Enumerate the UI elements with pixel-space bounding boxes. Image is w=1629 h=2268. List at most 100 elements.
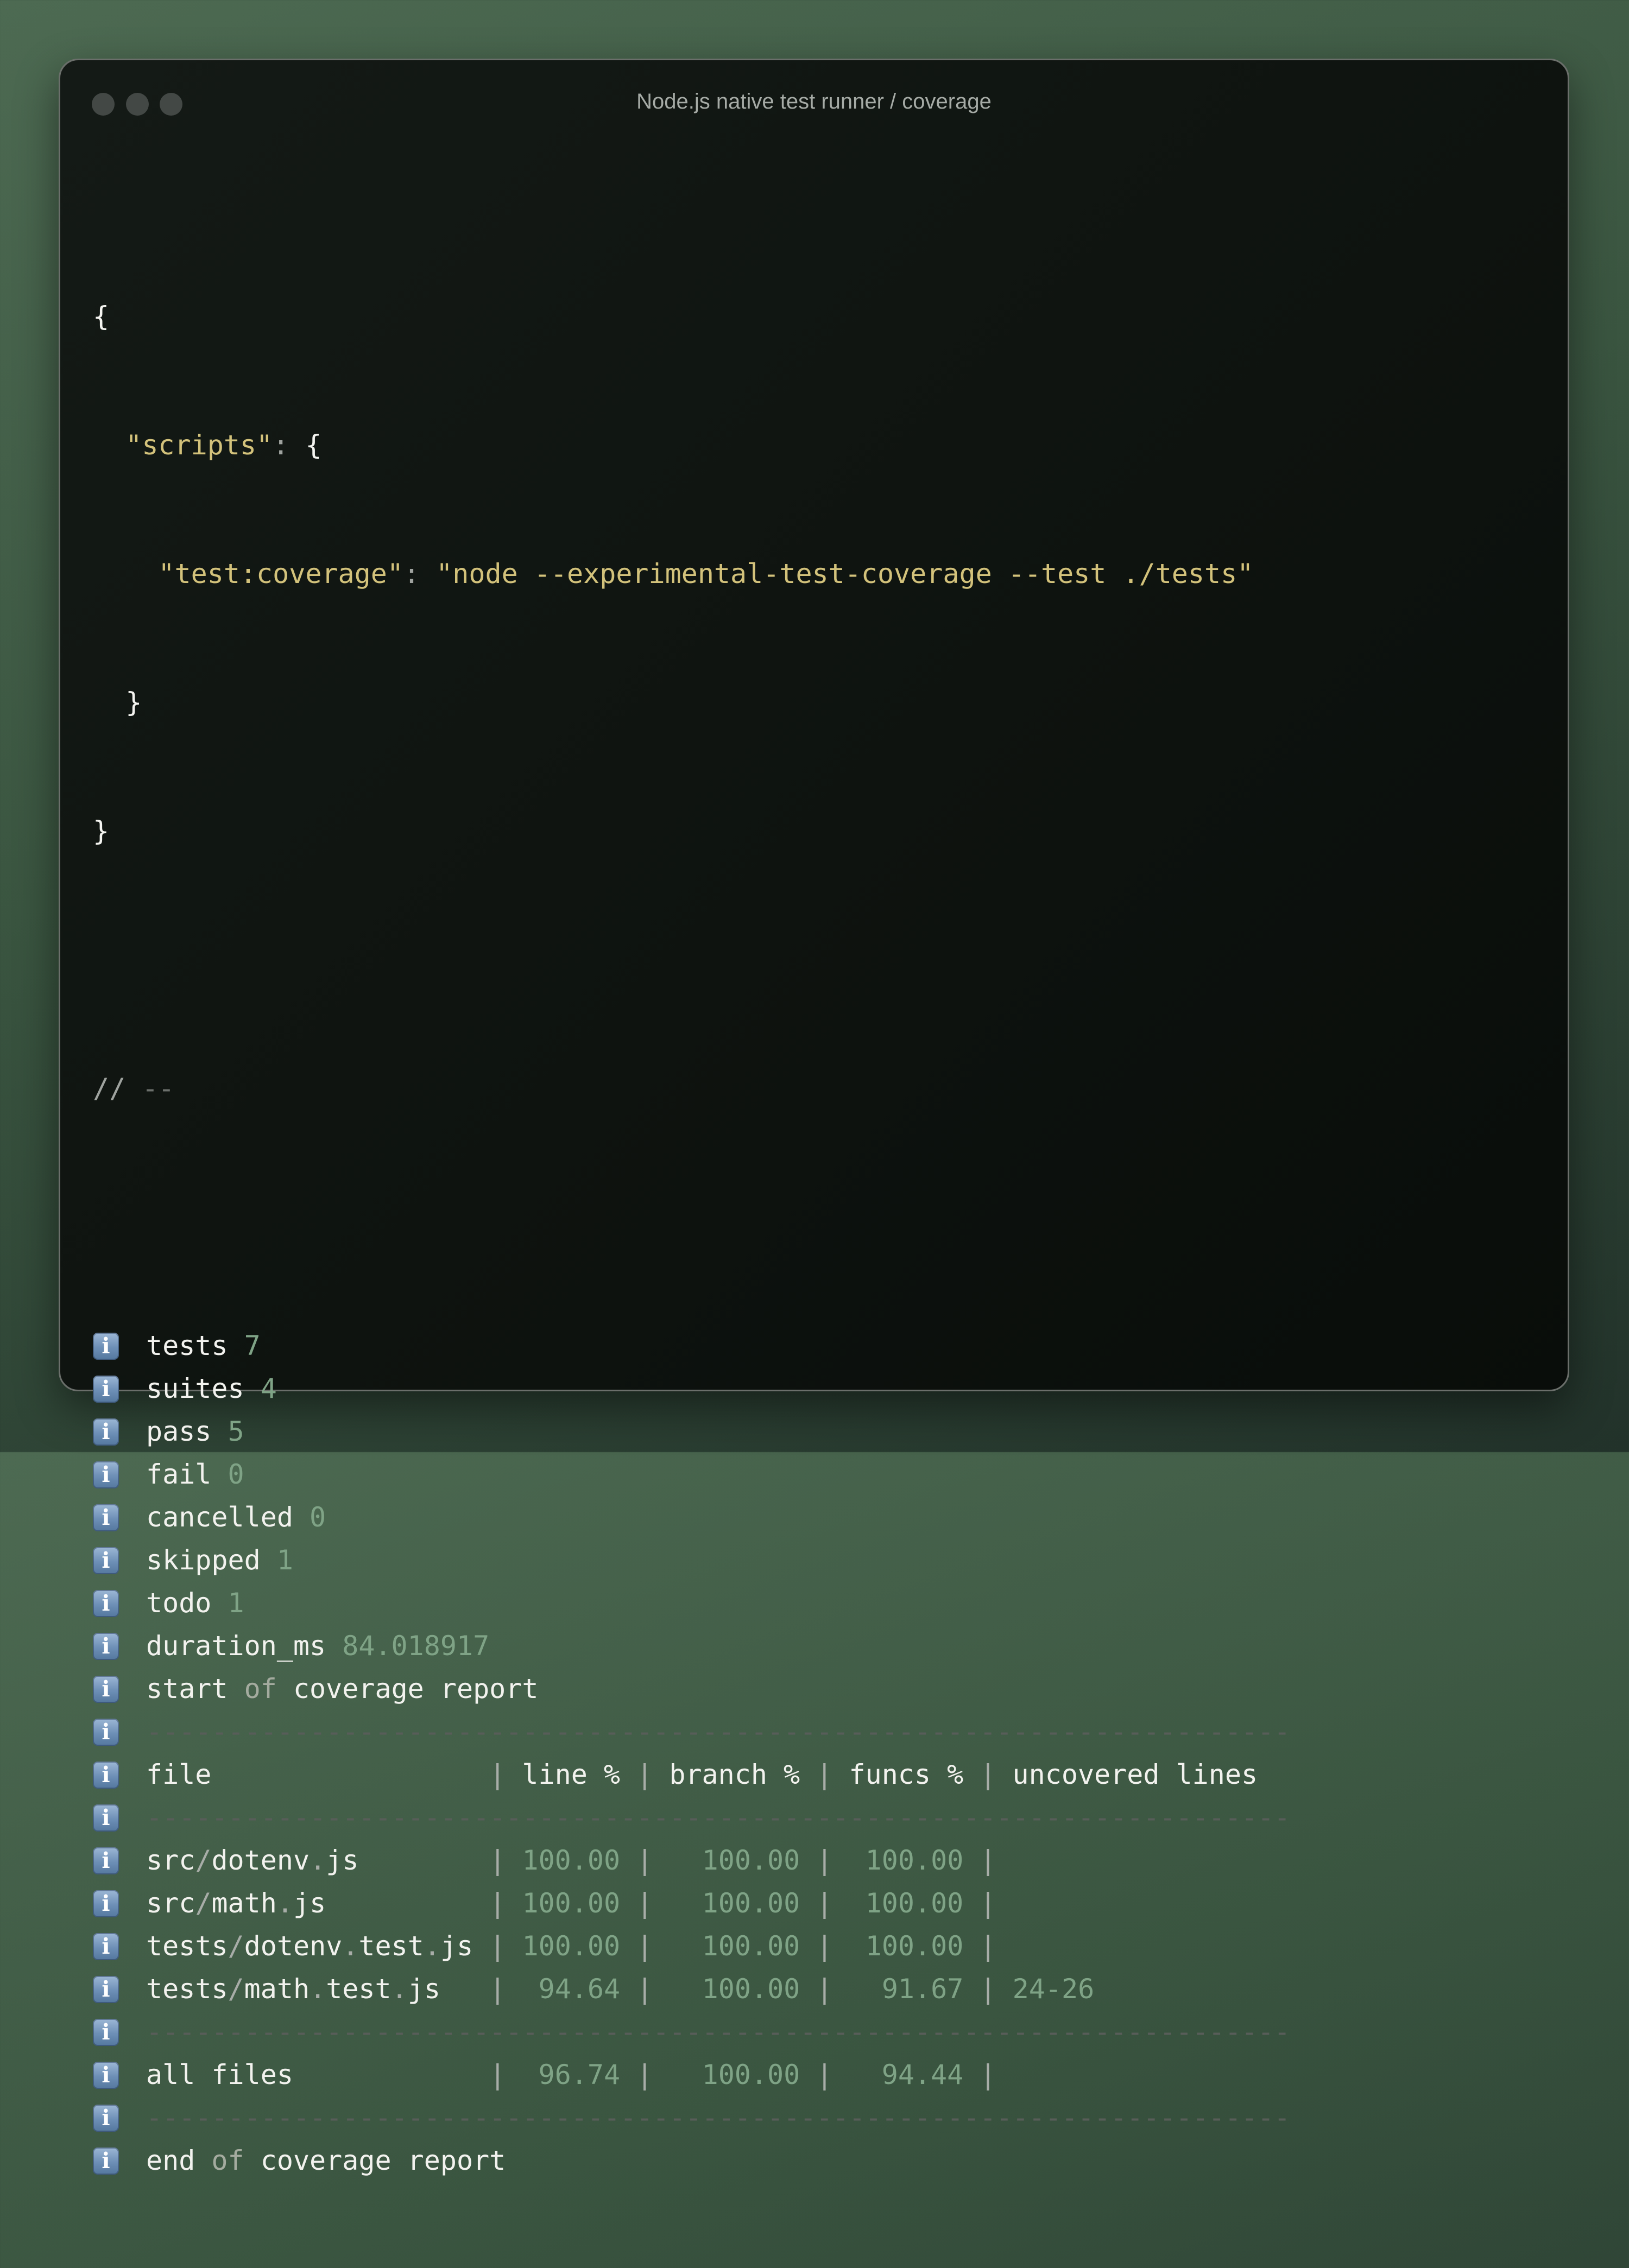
summary-key: cancelled [146, 1502, 293, 1533]
line-pct: 100.00 [522, 1930, 621, 1962]
info-icon: i [93, 2104, 119, 2132]
header-branch: branch % [669, 1759, 800, 1790]
brace: { [93, 301, 110, 332]
column-separator: | [816, 1759, 833, 1790]
funcs-pct: 100.00 [849, 1887, 964, 1919]
summary-value: 1 [276, 1544, 293, 1576]
header-funcs: funcs % [849, 1759, 964, 1790]
branch-pct: 100.00 [669, 1930, 800, 1962]
info-icon: i [93, 1890, 119, 1917]
report-word: coverage report [293, 1673, 539, 1705]
column-separator: | [636, 1759, 653, 1790]
info-icon: i [93, 1718, 119, 1746]
table-row: i tests/dotenv.test.js | 100.00 | 100.00 … [93, 1925, 1535, 1968]
column-separator: | [816, 1887, 833, 1919]
info-icon: i [93, 2061, 119, 2089]
table-header: i file | line % | branch % | funcs % | un… [93, 1753, 1535, 1796]
header-line: line % [522, 1759, 621, 1790]
column-separator: | [636, 2059, 653, 2090]
summary-key: suites [146, 1373, 244, 1404]
summary-value: 7 [244, 1330, 261, 1361]
report-word: start [146, 1673, 228, 1705]
summary-line: i duration_ms 84.018917 [93, 1625, 1535, 1668]
branch-pct: 100.00 [669, 1973, 800, 2005]
table-divider: ----------------------------------------… [146, 2102, 1291, 2133]
script-command: "node --experimental-test-coverage --tes… [436, 558, 1254, 590]
summary-line: i suites 4 [93, 1367, 1535, 1410]
file-name: src/math.js [146, 1887, 326, 1919]
script-name: "test:coverage" [158, 558, 403, 590]
column-separator: | [816, 1973, 833, 2005]
scripts-key: "scripts" [125, 429, 273, 461]
funcs-pct: 91.67 [849, 1973, 964, 2005]
header-file: file [146, 1759, 473, 1790]
file-name: src/dotenv.js [146, 1845, 359, 1876]
summary-line: i cancelled 0 [93, 1496, 1535, 1539]
json-line: } [93, 815, 110, 847]
info-icon: i [93, 1847, 119, 1874]
info-icon: i [93, 1675, 119, 1703]
json-line: } [125, 687, 142, 718]
comment-line: // -- [93, 1073, 175, 1104]
summary-line: i pass 5 [93, 1410, 1535, 1453]
column-separator: | [489, 1973, 506, 2005]
summary-key: pass [146, 1416, 212, 1447]
info-icon: i [93, 1804, 119, 1832]
file-name: tests/dotenv.test.js [146, 1930, 473, 1962]
column-separator: | [489, 1759, 506, 1790]
info-icon: i [93, 2018, 119, 2046]
column-separator: | [489, 1845, 506, 1876]
info-icon: i [93, 1632, 119, 1660]
line-pct: 96.74 [522, 2059, 621, 2090]
column-separator: | [489, 1930, 506, 1962]
column-separator: | [489, 1887, 506, 1919]
column-separator: | [980, 1759, 996, 1790]
file-name: all files [146, 2059, 293, 2090]
branch-pct: 100.00 [669, 1845, 800, 1876]
line-pct: 94.64 [522, 1973, 621, 2005]
summary-value: 5 [228, 1416, 244, 1447]
column-separator: | [636, 1845, 653, 1876]
header-uncovered: uncovered lines [1012, 1759, 1258, 1790]
divider-line: i ---------------------------------------… [93, 1710, 1535, 1753]
test-output: i tests 7 i suites 4 i pass 5 i fail 0 i cancelle… [93, 1325, 1535, 2182]
info-icon: i [93, 1461, 119, 1488]
table-divider: ----------------------------------------… [146, 2016, 1291, 2048]
info-icon: i [93, 2147, 119, 2175]
summary-key: duration_ms [146, 1630, 326, 1662]
column-separator: | [980, 1887, 996, 1919]
